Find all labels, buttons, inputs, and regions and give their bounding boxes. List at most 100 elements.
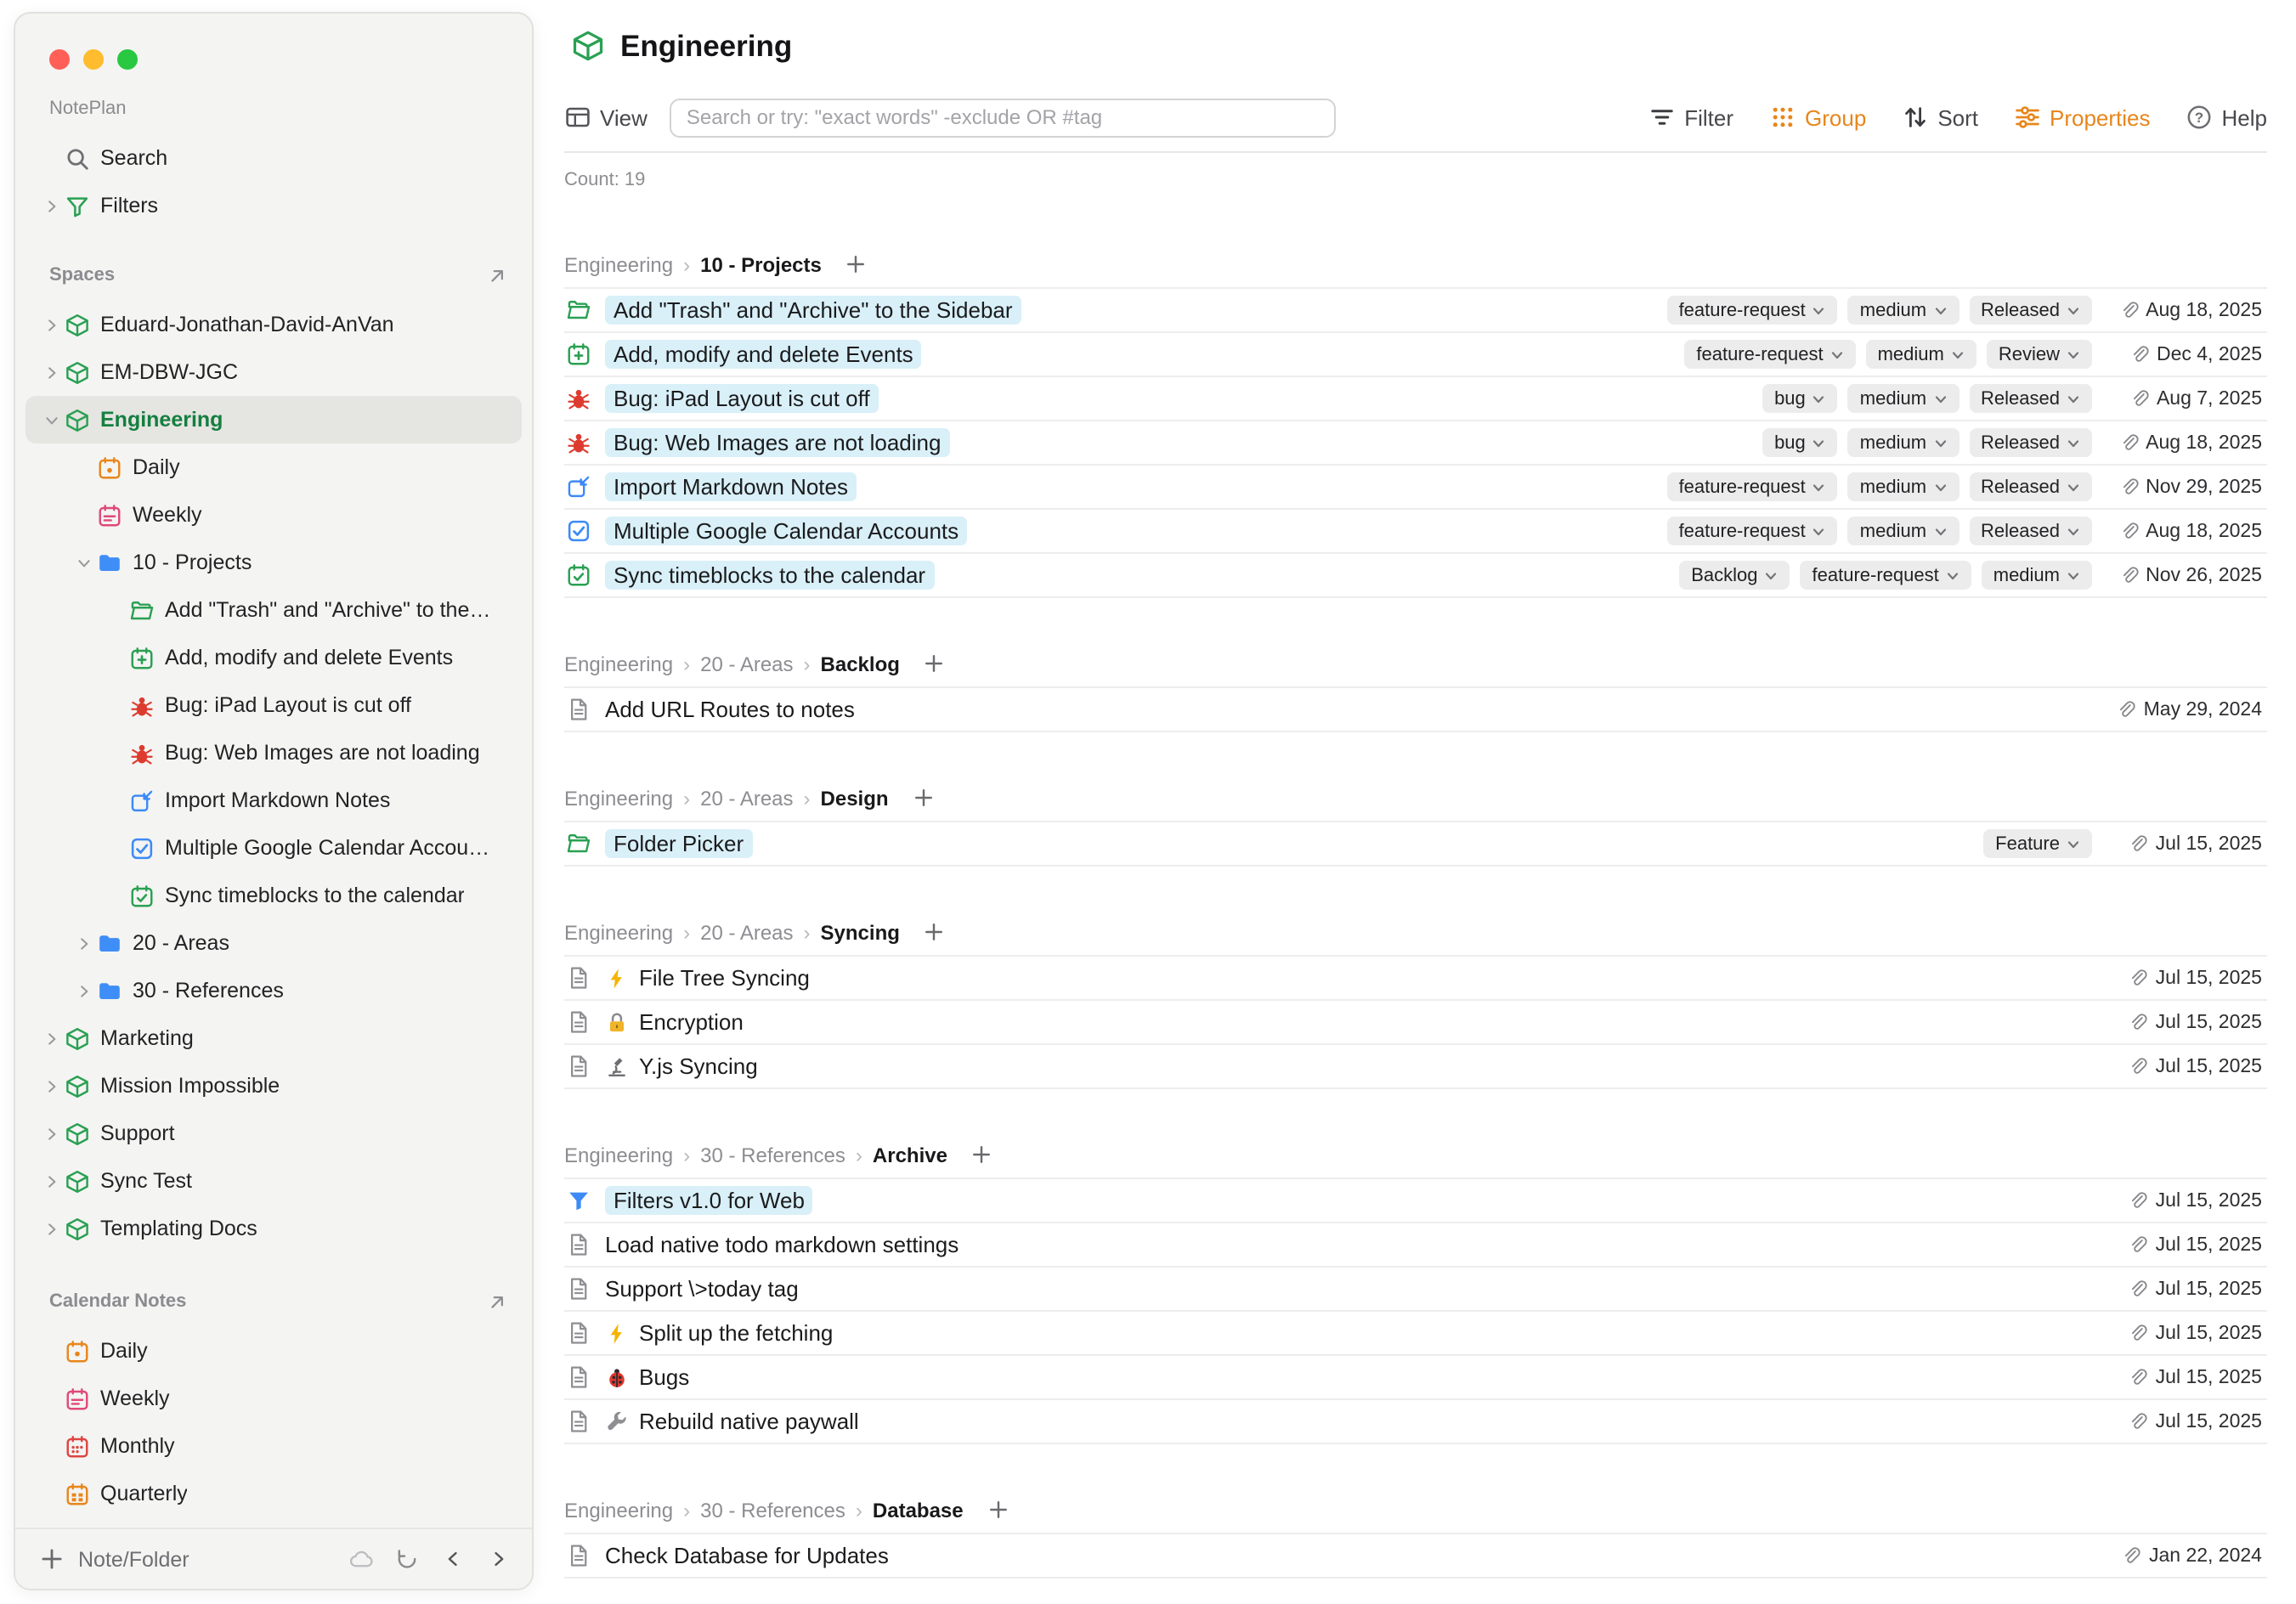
breadcrumb-20-areas[interactable]: 20 - Areas [700, 652, 793, 675]
breadcrumb-10-projects[interactable]: 10 - Projects [700, 252, 822, 276]
sidebar-item-em-dbw-jgc[interactable]: EM-DBW-JGC [25, 348, 522, 396]
tag-feature-request[interactable]: feature-request [1684, 340, 1855, 369]
sidebar-item-multiple-google-calendar-accou[interactable]: Multiple Google Calendar Accou… [25, 824, 522, 872]
note-row-encryption[interactable]: EncryptionJul 15, 2025 [564, 1001, 2267, 1045]
add-note-button[interactable] [913, 787, 935, 809]
breadcrumb-engineering[interactable]: Engineering [564, 1498, 673, 1522]
chevron-right-icon[interactable] [39, 1216, 65, 1241]
chevron-right-icon[interactable] [39, 359, 65, 385]
add-note-button[interactable] [924, 921, 946, 943]
properties-button[interactable]: Properties [2014, 104, 2151, 131]
breadcrumb-design[interactable]: Design [821, 786, 889, 810]
note-row-check-database-for-updates[interactable]: Check Database for UpdatesJan 22, 2024 [564, 1534, 2267, 1579]
tag-medium[interactable]: medium [1848, 296, 1959, 325]
sidebar-item-sync-test[interactable]: Sync Test [25, 1157, 522, 1205]
expand-calendar-icon[interactable] [486, 1291, 508, 1313]
breadcrumb-20-areas[interactable]: 20 - Areas [700, 920, 793, 944]
tag-released[interactable]: Released [1969, 517, 2092, 545]
sidebar-item-marketing[interactable]: Marketing [25, 1014, 522, 1062]
add-note-button[interactable] [971, 1144, 993, 1166]
sidebar-item-20-areas[interactable]: 20 - Areas [25, 919, 522, 967]
sort-button[interactable]: Sort [1902, 104, 1978, 131]
sidebar-item-templating-docs[interactable]: Templating Docs [25, 1205, 522, 1252]
tag-released[interactable]: Released [1969, 472, 2092, 501]
close-window-button[interactable] [49, 49, 70, 70]
breadcrumb-engineering[interactable]: Engineering [564, 786, 673, 810]
new-note-folder-button[interactable]: Note/Folder [78, 1547, 189, 1571]
tag-feature-request[interactable]: feature-request [1667, 517, 1838, 545]
note-row-bugs[interactable]: BugsJul 15, 2025 [564, 1356, 2267, 1400]
breadcrumb-database[interactable]: Database [873, 1498, 964, 1522]
add-note-button[interactable] [924, 652, 946, 675]
note-row-import-markdown-notes[interactable]: Import Markdown Notesfeature-requestmedi… [564, 466, 2267, 510]
sidebar-item-daily[interactable]: Daily [25, 443, 522, 491]
note-row-add-url-routes-to-notes[interactable]: Add URL Routes to notesMay 29, 2024 [564, 688, 2267, 732]
tag-medium[interactable]: medium [1848, 517, 1959, 545]
breadcrumb-20-areas[interactable]: 20 - Areas [700, 786, 793, 810]
tag-released[interactable]: Released [1969, 384, 2092, 413]
sidebar-item-bug-web-images-are-not-loading[interactable]: Bug: Web Images are not loading [25, 729, 522, 777]
help-button[interactable]: ? Help [2186, 104, 2268, 131]
sidebar-item-bug-ipad-layout-is-cut-off[interactable]: Bug: iPad Layout is cut off [25, 681, 522, 729]
note-row-load-native-todo-markdown-settings[interactable]: Load native todo markdown settingsJul 15… [564, 1223, 2267, 1268]
note-row-bug-web-images-are-not-loading[interactable]: Bug: Web Images are not loadingbugmedium… [564, 421, 2267, 466]
breadcrumb-engineering[interactable]: Engineering [564, 252, 673, 276]
note-row-add-trash-and-archive-to-the-sidebar[interactable]: Add "Trash" and "Archive" to the Sidebar… [564, 289, 2267, 333]
note-row-rebuild-native-paywall[interactable]: Rebuild native paywallJul 15, 2025 [564, 1400, 2267, 1444]
navigate-forward-icon[interactable] [486, 1546, 512, 1572]
chevron-right-icon[interactable] [39, 1025, 65, 1051]
tag-feature[interactable]: Feature [1983, 829, 2092, 858]
sidebar-item-mission-impossible[interactable]: Mission Impossible [25, 1062, 522, 1110]
sidebar-item-30-references[interactable]: 30 - References [25, 967, 522, 1014]
note-row-file-tree-syncing[interactable]: File Tree SyncingJul 15, 2025 [564, 957, 2267, 1001]
tag-medium[interactable]: medium [1848, 384, 1959, 413]
breadcrumb-30-references[interactable]: 30 - References [700, 1143, 845, 1166]
note-row-add-modify-and-delete-events[interactable]: Add, modify and delete Eventsfeature-req… [564, 333, 2267, 377]
view-button[interactable]: View [564, 104, 648, 131]
expand-spaces-icon[interactable] [486, 264, 508, 286]
chevron-right-icon[interactable] [39, 1073, 65, 1099]
note-row-support-today-tag[interactable]: Support \>today tagJul 15, 2025 [564, 1268, 2267, 1312]
tag-feature-request[interactable]: feature-request [1667, 296, 1838, 325]
tag-medium[interactable]: medium [1866, 340, 1976, 369]
chevron-right-icon[interactable] [71, 930, 97, 956]
sidebar-item-weekly[interactable]: Weekly [25, 491, 522, 539]
tag-medium[interactable]: medium [1848, 472, 1959, 501]
sidebar-item-filters[interactable]: Filters [25, 182, 522, 229]
minimize-window-button[interactable] [83, 49, 104, 70]
sidebar-item-add-trash-and-archive-to-the[interactable]: Add "Trash" and "Archive" to the… [25, 586, 522, 634]
breadcrumb-backlog[interactable]: Backlog [821, 652, 900, 675]
breadcrumb-engineering[interactable]: Engineering [564, 920, 673, 944]
tag-review[interactable]: Review [1987, 340, 2092, 369]
sidebar-item-quarterly[interactable]: Quarterly [25, 1470, 522, 1517]
sidebar-item-monthly[interactable]: Monthly [25, 1422, 522, 1470]
cloud-sync-icon[interactable] [348, 1546, 374, 1572]
note-row-filters-v1-0-for-web[interactable]: Filters v1.0 for WebJul 15, 2025 [564, 1179, 2267, 1223]
refresh-icon[interactable] [394, 1546, 420, 1572]
tag-feature-request[interactable]: feature-request [1801, 561, 1971, 590]
chevron-down-icon[interactable] [71, 550, 97, 575]
breadcrumb-archive[interactable]: Archive [873, 1143, 947, 1166]
chevron-right-icon[interactable] [39, 1168, 65, 1194]
breadcrumb-engineering[interactable]: Engineering [564, 1143, 673, 1166]
breadcrumb-engineering[interactable]: Engineering [564, 652, 673, 675]
tag-released[interactable]: Released [1969, 296, 2092, 325]
note-row-split-up-the-fetching[interactable]: Split up the fetchingJul 15, 2025 [564, 1312, 2267, 1356]
note-row-bug-ipad-layout-is-cut-off[interactable]: Bug: iPad Layout is cut offbugmediumRele… [564, 377, 2267, 421]
add-note-button[interactable] [845, 253, 868, 275]
note-row-folder-picker[interactable]: Folder PickerFeatureJul 15, 2025 [564, 822, 2267, 867]
breadcrumb-syncing[interactable]: Syncing [821, 920, 900, 944]
add-note-button[interactable] [987, 1499, 1009, 1521]
tag-backlog[interactable]: Backlog [1679, 561, 1790, 590]
sidebar-item-add-modify-and-delete-events[interactable]: Add, modify and delete Events [25, 634, 522, 681]
sidebar-item-eduard-jonathan-david-anvan[interactable]: Eduard-Jonathan-David-AnVan [25, 301, 522, 348]
note-row-multiple-google-calendar-accounts[interactable]: Multiple Google Calendar Accountsfeature… [564, 510, 2267, 554]
sidebar-item-search[interactable]: Search [25, 134, 522, 182]
add-note-icon[interactable] [39, 1546, 65, 1572]
filter-button[interactable]: Filter [1648, 104, 1733, 131]
sidebar-item-sync-timeblocks-to-the-calendar[interactable]: Sync timeblocks to the calendar [25, 872, 522, 919]
sidebar-item-import-markdown-notes[interactable]: Import Markdown Notes [25, 777, 522, 824]
navigate-back-icon[interactable] [440, 1546, 466, 1572]
search-input[interactable] [670, 98, 1336, 137]
note-row-sync-timeblocks-to-the-calendar[interactable]: Sync timeblocks to the calendarBacklogfe… [564, 554, 2267, 598]
